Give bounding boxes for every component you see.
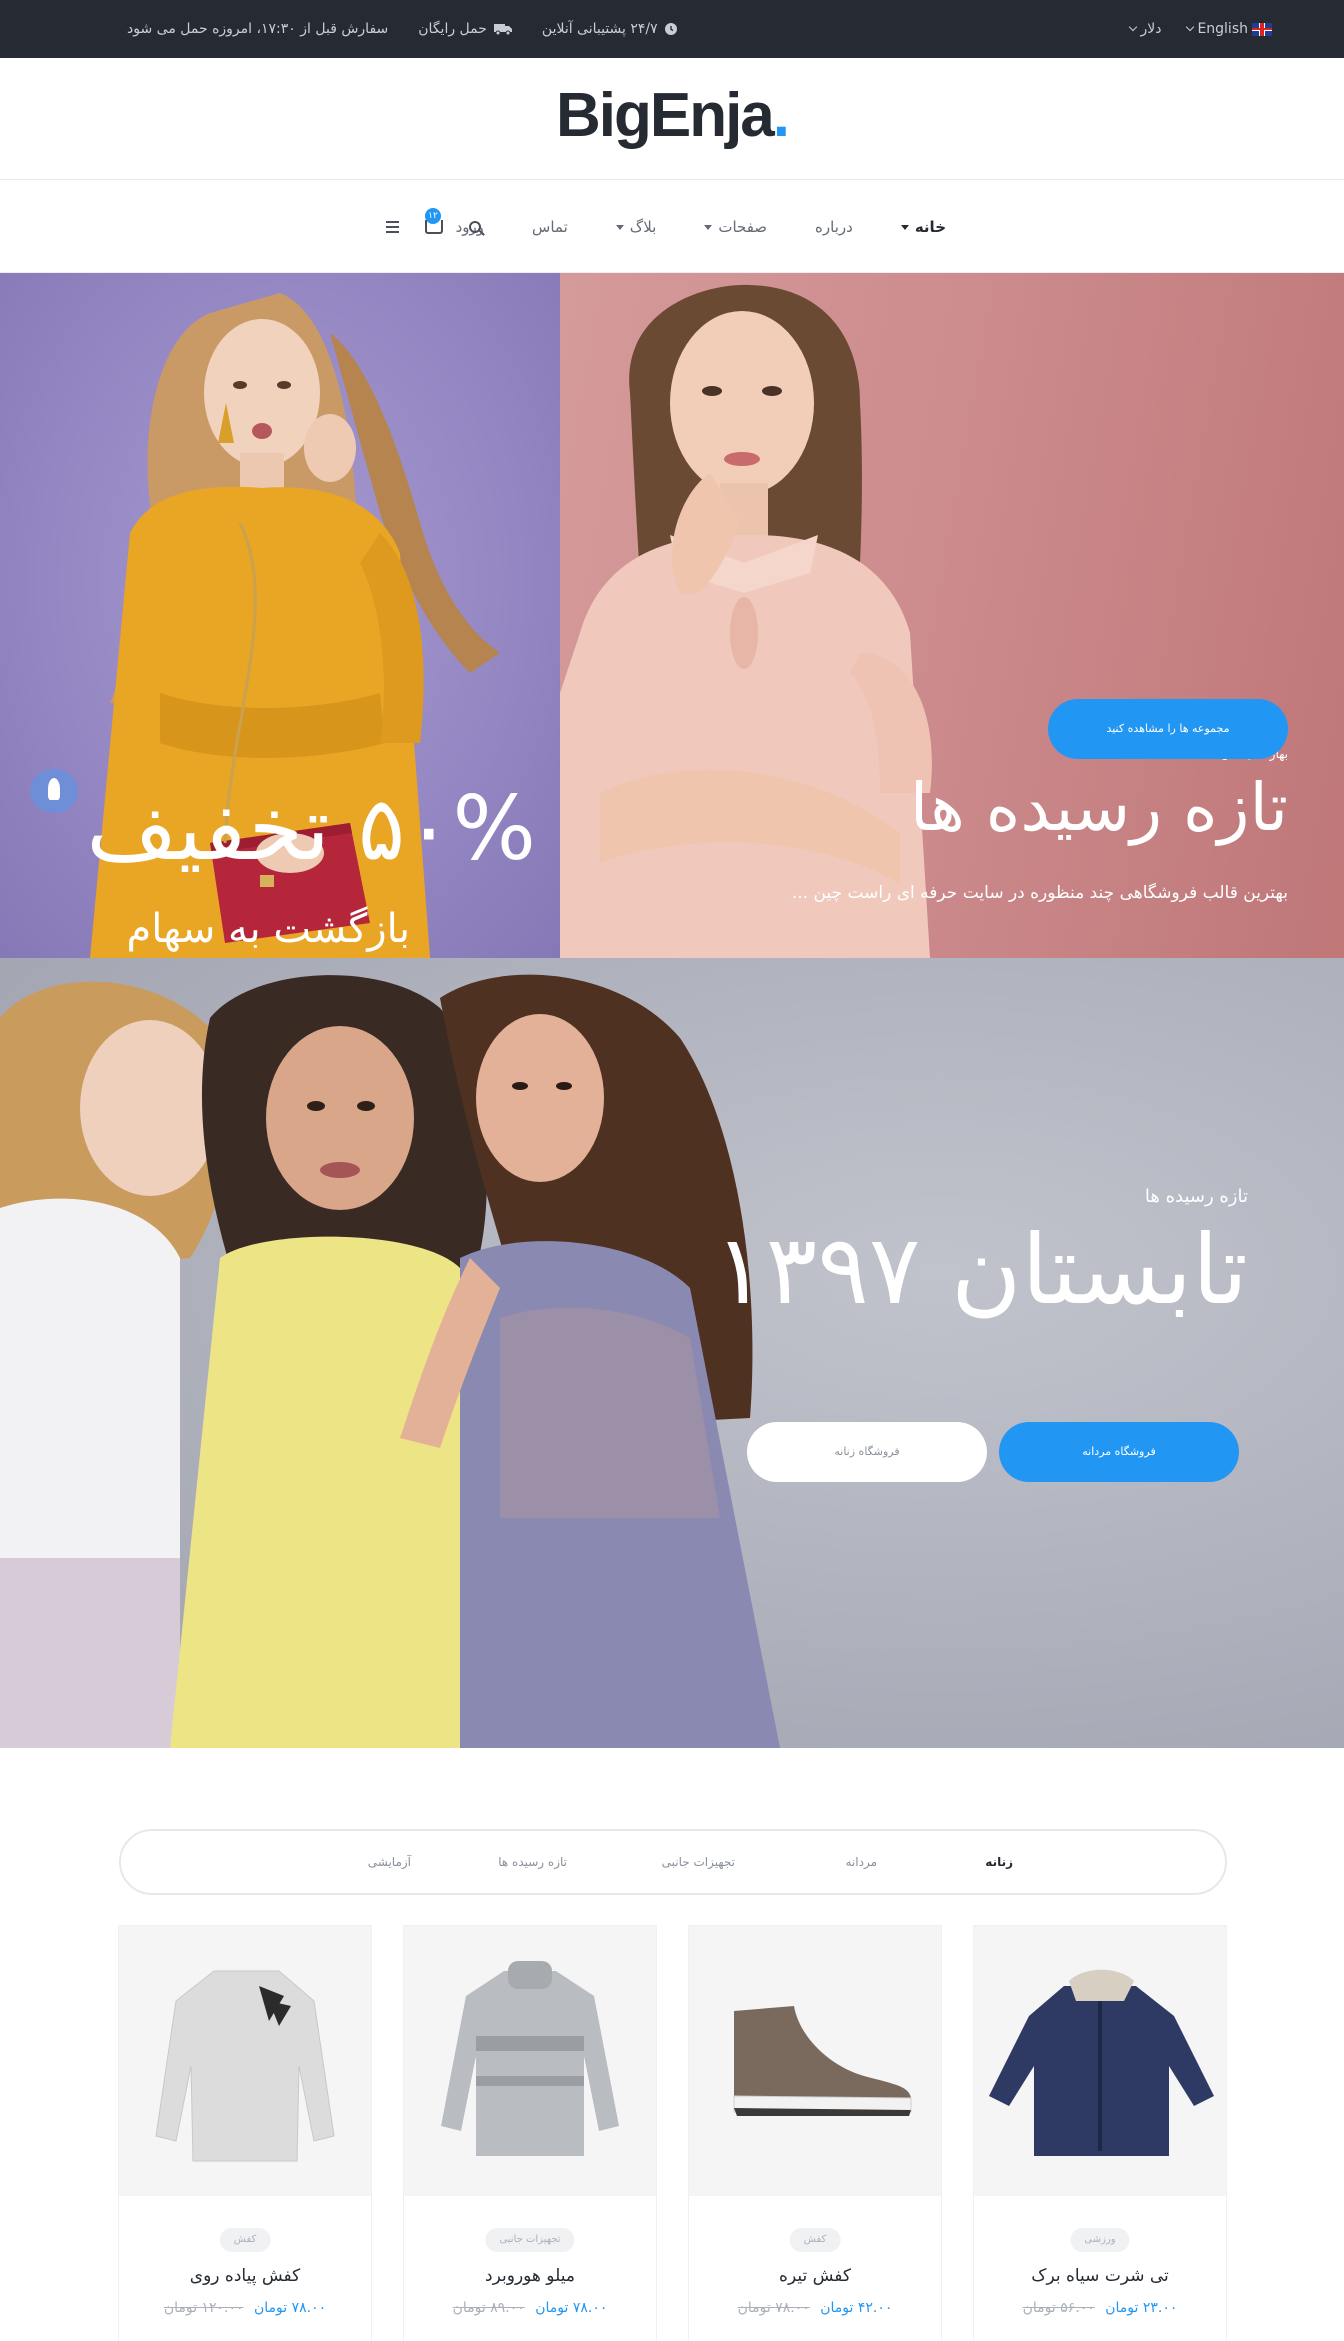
site-logo[interactable]: BigEnja.: [0, 80, 1344, 151]
new-arrivals-model-photo: [560, 284, 932, 958]
sale-title: ۵۰% تخفیف: [86, 777, 536, 880]
logo-dot: .: [772, 81, 790, 150]
product-prices: ۷۸.۰۰ تومان ۸۹.۰۰ تومان: [404, 2300, 656, 2316]
shipping-text: حمل رایگان: [418, 21, 487, 37]
summer-kicker: تازه رسیده ها: [1144, 1186, 1248, 1207]
logo-text: BigEnja: [555, 81, 775, 150]
language-label: English: [1197, 21, 1248, 37]
main-nav: خانه درباره صفحات بلاگ تماس ورود ۱۲: [0, 181, 1344, 273]
product-card[interactable]: کفش کفش تیره ۴۲.۰۰ تومان ۷۸.۰۰ تومان: [688, 1925, 942, 2341]
view-collections-button[interactable]: مجموعه ها را مشاهده کنید: [1048, 699, 1288, 759]
summer-models-photo: [0, 974, 780, 1748]
mens-shop-button[interactable]: فروشگاه مردانه: [999, 1422, 1239, 1482]
product-image[interactable]: [119, 1926, 371, 2196]
truck-icon: [493, 24, 512, 35]
nav-item-contact[interactable]: تماس: [532, 218, 568, 236]
nav-item-blog[interactable]: بلاگ: [615, 218, 657, 236]
cart-count-badge: ۱۲: [425, 208, 441, 224]
nav-item-home[interactable]: خانه: [900, 218, 946, 236]
order-note-text: سفارش قبل از ۱۷:۳۰، امروزه حمل می شود: [127, 21, 389, 37]
menu-icon[interactable]: [386, 221, 399, 233]
product-old-price: ۷۸.۰۰ تومان: [737, 2300, 810, 2316]
product-price: ۷۸.۰۰ تومان: [535, 2300, 608, 2316]
new-arrivals-banner: بهار - تابستان ۱۳۹۷ تازه رسیده ها بهترین…: [560, 273, 1344, 958]
product-name[interactable]: تی شرت سیاه برک: [974, 2266, 1226, 2286]
product-prices: ۷۸.۰۰ تومان ۱۲۰.۰۰ تومان: [119, 2300, 371, 2316]
clock-icon: [664, 23, 677, 35]
support-text: ۲۴/۷ پشتیبانی آنلاین: [541, 21, 658, 37]
product-name[interactable]: کفش تیره: [689, 2266, 941, 2286]
sneaker-image: [733, 2006, 912, 2116]
nav-item-label: صفحات: [718, 218, 768, 236]
product-name[interactable]: میلو هوروبرد: [404, 2266, 656, 2286]
support-info: ۲۴/۷ پشتیبانی آنلاین: [542, 21, 677, 37]
product-card[interactable]: تجهیزات جانبی میلو هوروبرد ۷۸.۰۰ تومان ۸…: [403, 1925, 657, 2341]
new-arrivals-title: تازه رسیده ها: [909, 769, 1288, 846]
top-bar: ۲۴/۷ پشتیبانی آنلاین حمل رایگان سفارش قب…: [0, 0, 1344, 58]
tab-women[interactable]: زنانه: [985, 1831, 1013, 1893]
tab-men[interactable]: مردانه: [846, 1831, 878, 1893]
tab-new-arrivals[interactable]: تازه رسیده ها: [498, 1831, 567, 1893]
cardigan-image: [155, 1970, 335, 2162]
sweater-image: [441, 1961, 619, 2156]
product-price: ۲۳.۰۰ تومان: [1105, 2300, 1178, 2316]
sale-subtitle: بازگشت به سهام: [126, 906, 410, 952]
product-prices: ۲۳.۰۰ تومان ۵۶.۰۰ تومان: [974, 2300, 1226, 2316]
product-old-price: ۵۶.۰۰ تومان: [1022, 2300, 1095, 2316]
currency-label: دلار: [1140, 21, 1162, 37]
summer-banner: تازه رسیده ها تابستان ۱۳۹۷ فروشگاه مردان…: [0, 958, 1344, 1748]
product-price: ۷۸.۰۰ تومان: [253, 2300, 327, 2316]
nav-item-about[interactable]: درباره: [815, 218, 853, 236]
sale-banner[interactable]: ۵۰% تخفیف بازگشت به سهام: [0, 273, 560, 958]
tab-test[interactable]: آزمایشی: [368, 1831, 411, 1893]
chevron-down-icon: [1186, 22, 1195, 32]
order-note: سفارش قبل از ۱۷:۳۰، امروزه حمل می شود: [127, 21, 388, 37]
nav-item-pages[interactable]: صفحات: [704, 218, 767, 236]
chevron-down-icon: [1129, 22, 1138, 32]
product-image[interactable]: [974, 1926, 1226, 2196]
language-dropdown[interactable]: English: [1186, 21, 1272, 37]
womens-shop-button[interactable]: فروشگاه زنانه: [747, 1422, 987, 1482]
product-card[interactable]: ورزشی تی شرت سیاه برک ۲۳.۰۰ تومان ۵۶.۰۰ …: [973, 1925, 1227, 2341]
caret-down-icon: [615, 224, 624, 230]
product-category[interactable]: کفش: [219, 2228, 271, 2252]
product-category[interactable]: تجهیزات جانبی: [485, 2228, 575, 2252]
product-old-price: ۸۹.۰۰ تومان: [452, 2300, 525, 2316]
search-icon[interactable]: [469, 221, 481, 233]
product-old-price: ۱۲۰.۰۰ تومان: [163, 2300, 244, 2316]
product-card[interactable]: کفش کفش پیاده روی ۷۸.۰۰ تومان ۱۲۰.۰۰ توم…: [118, 1925, 372, 2341]
shipping-info: حمل رایگان: [418, 21, 512, 37]
product-price: ۴۲.۰۰ تومان: [820, 2300, 893, 2316]
summer-title: تابستان ۱۳۹۷: [714, 1214, 1248, 1326]
currency-dropdown[interactable]: دلار: [1129, 21, 1162, 37]
caret-down-icon: [900, 224, 909, 230]
product-prices: ۴۲.۰۰ تومان ۷۸.۰۰ تومان: [689, 2300, 941, 2316]
logo-band: BigEnja.: [0, 58, 1344, 180]
nav-item-label: تماس: [532, 218, 568, 236]
product-category[interactable]: کفش: [789, 2228, 841, 2252]
uk-flag-icon: [1252, 22, 1272, 36]
nav-item-label: بلاگ: [629, 218, 657, 236]
product-name[interactable]: کفش پیاده روی: [119, 2266, 371, 2286]
caret-down-icon: [704, 224, 713, 230]
nav-item-label: درباره: [815, 218, 853, 236]
product-image[interactable]: [404, 1926, 656, 2196]
product-category[interactable]: ورزشی: [1070, 2228, 1130, 2252]
product-tabs: زنانه مردانه تجهیزات جانبی تازه رسیده ها…: [119, 1829, 1227, 1895]
tab-accessories[interactable]: تجهیزات جانبی: [662, 1831, 735, 1893]
nav-item-label: خانه: [914, 218, 946, 236]
cart-icon[interactable]: ۱۲: [425, 208, 443, 234]
jacket-image: [989, 1969, 1214, 2156]
new-arrivals-description: بهترین قالب فروشگاهی چند منظوره در سایت …: [791, 883, 1288, 903]
product-image[interactable]: [689, 1926, 941, 2196]
